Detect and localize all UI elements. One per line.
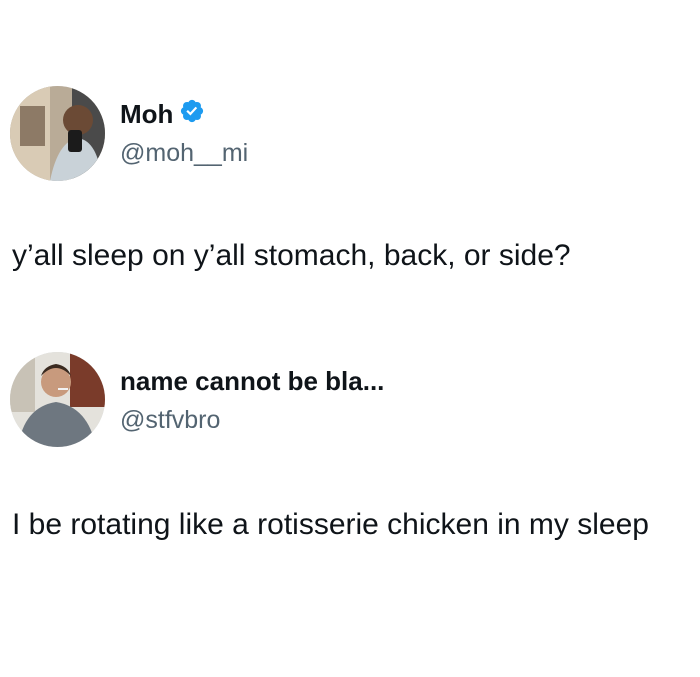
handle[interactable]: @stfvbro	[120, 405, 220, 435]
handle[interactable]: @moh__mi	[120, 138, 248, 168]
display-name[interactable]: name cannot be bla...	[120, 366, 384, 396]
avatar-stfvbro[interactable]	[10, 352, 105, 447]
tweet-text: I be rotating like a rotisserie chicken …	[12, 508, 649, 541]
verified-badge-icon	[179, 98, 205, 130]
avatar-moh[interactable]	[10, 86, 105, 181]
display-name[interactable]: Moh	[120, 99, 205, 132]
display-name-text: name cannot be bla...	[120, 366, 385, 396]
tweet-text: y’all sleep on y’all stomach, back, or s…	[12, 239, 571, 272]
display-name-text: Moh	[120, 99, 174, 129]
